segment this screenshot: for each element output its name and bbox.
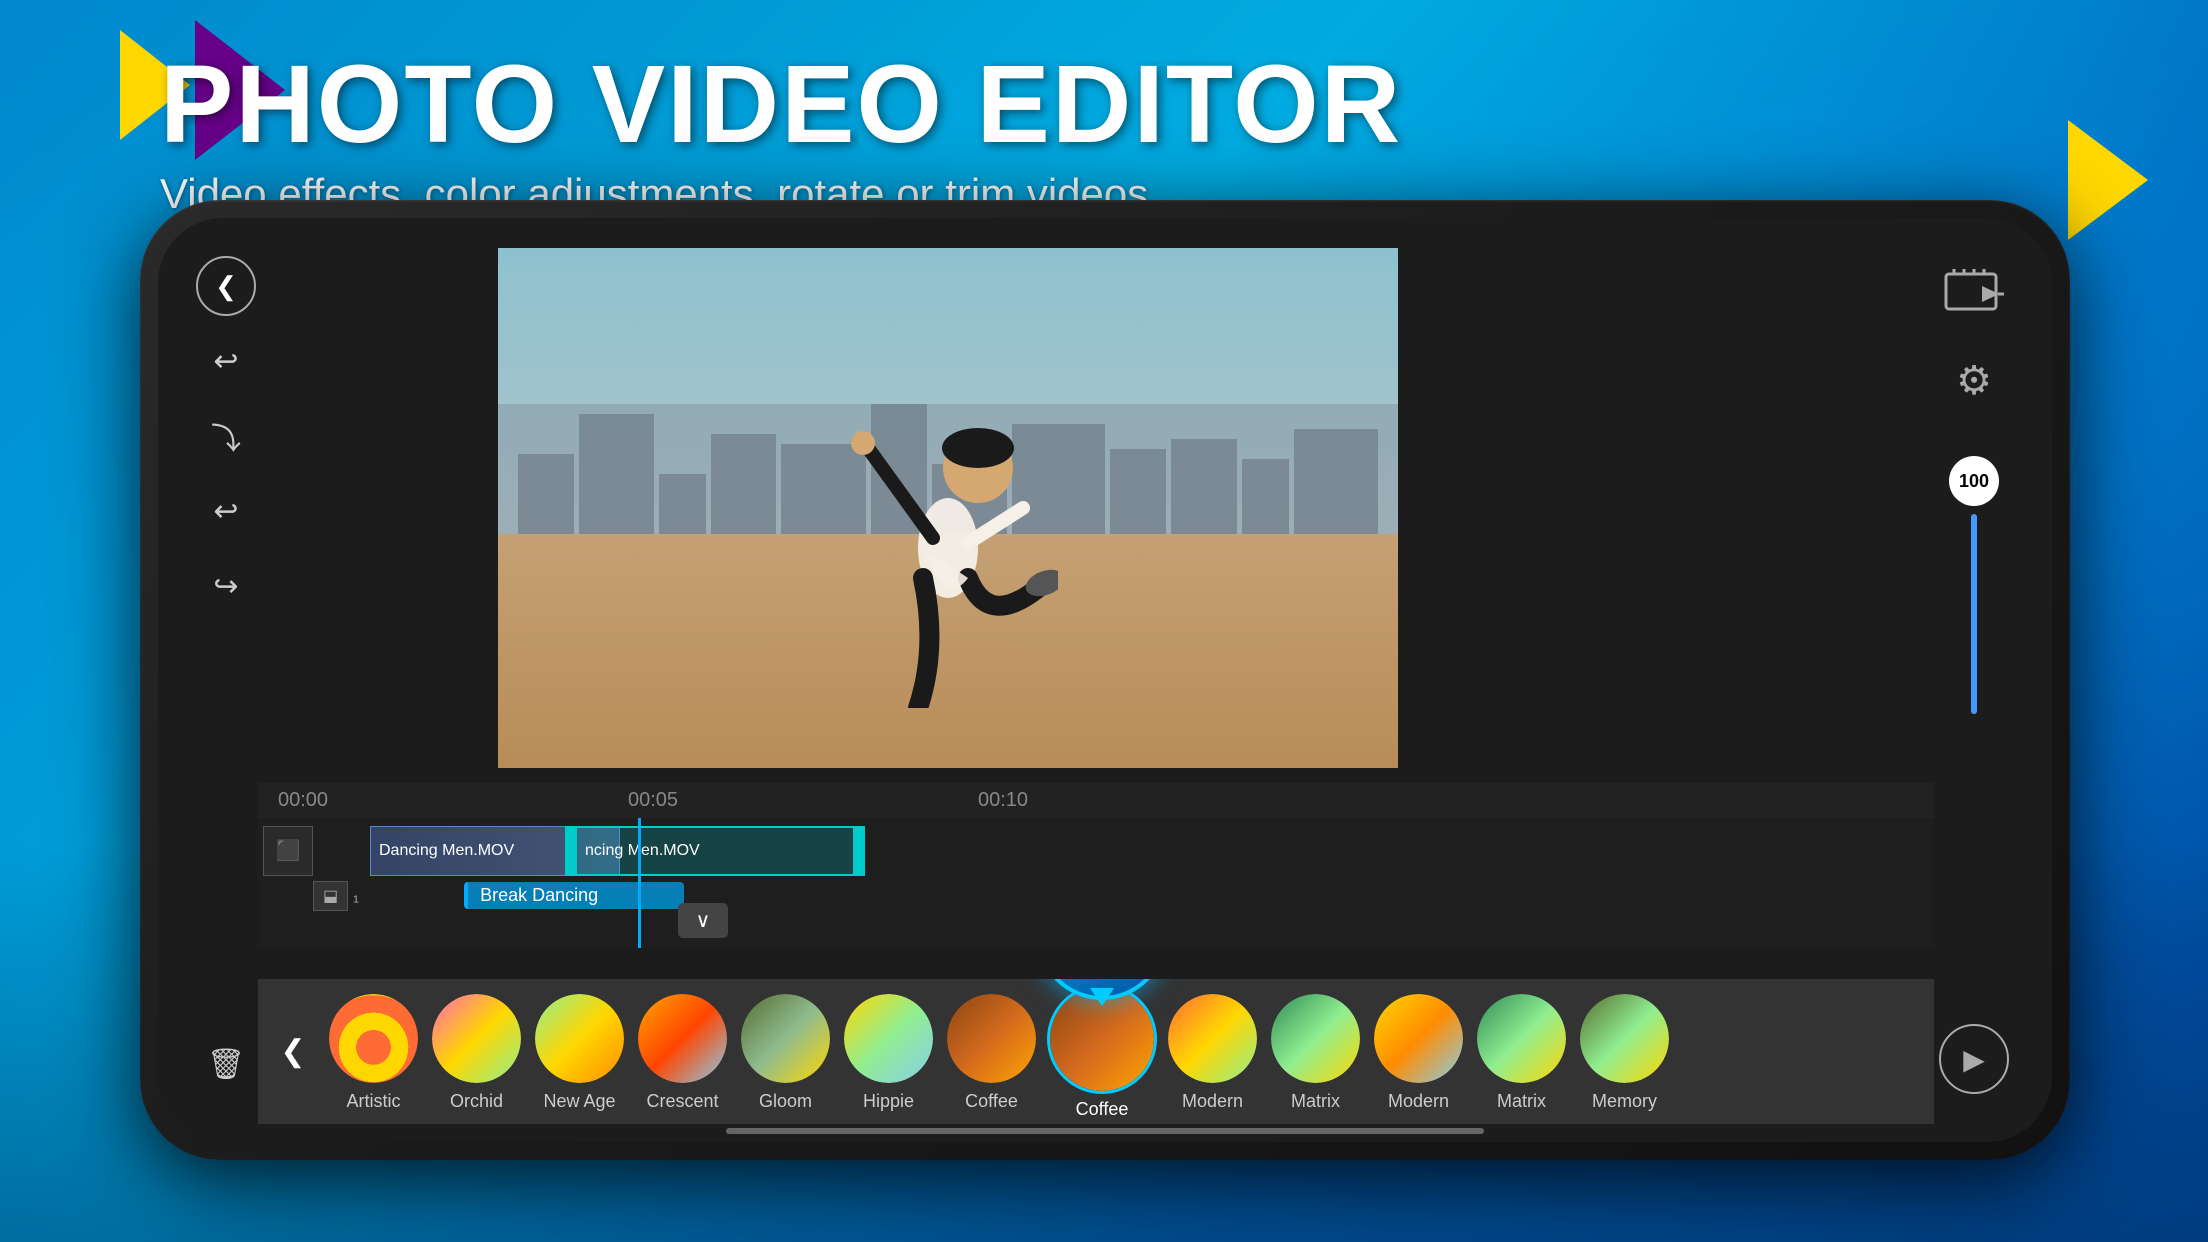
filter-thumb-crescent [635,991,730,1086]
timeline-ruler: 00:00 00:05 00:10 [258,783,1934,818]
filter-item-matrix2[interactable]: Matrix [1474,991,1569,1112]
video-frame [498,248,1398,768]
reply-button[interactable]: ↩ [196,481,256,541]
timeline-area: 00:00 00:05 00:10 ⬛ Dancing Men.MOV [258,783,1934,948]
filter-thumb-memory [1577,991,1672,1086]
filter-item-matrix[interactable]: Matrix [1268,991,1363,1112]
gear-icon: ⚙ [1956,358,1992,404]
filter-label-orchid: Orchid [450,1091,503,1112]
filter-item-memory[interactable]: Memory [1577,991,1672,1112]
clip-1-label: Dancing Men.MOV [379,842,514,860]
volume-track[interactable] [1971,514,1977,714]
filter-thumb-orchid [429,991,524,1086]
play-icon: ▶ [1963,1043,1985,1076]
filter-label-artistic: Artistic [347,1091,401,1112]
filter-item-crescent[interactable]: Crescent [635,991,730,1112]
layer-track: ⬓ ₁ Break Dancing [313,878,684,913]
filter-label-crescent: Crescent [646,1091,718,1112]
triangle-yellow-right-icon [2068,120,2148,240]
filter-label-memory: Memory [1592,1091,1657,1112]
timeline-playhead [638,818,641,948]
filter-label-new-age: New Age [543,1091,615,1112]
import-button[interactable]: ⤵ [196,406,256,466]
filter-item-new-age[interactable]: New Age [532,991,627,1112]
filter-item-hippie[interactable]: Hippie [841,991,936,1112]
filter-label-modern: Modern [1182,1091,1243,1112]
undo-button[interactable]: ↩ [196,331,256,391]
filter-label-matrix2: Matrix [1497,1091,1546,1112]
filter-thumb-matrix [1268,991,1363,1086]
clip-end-handle [855,826,865,876]
filter-label-coffee-selected: Coffee [1076,1099,1129,1120]
clip-type-icon: ⬛ [263,826,313,876]
filter-thumb-modern [1165,991,1260,1086]
back-button[interactable]: ❮ [196,256,256,316]
undo-icon: ↩ [213,344,238,379]
chevron-down-icon: ∨ [696,908,711,933]
time-mark-10: 00:10 [978,789,1028,812]
filter-thumb-matrix2 [1474,991,1569,1086]
filter-label-coffee: Coffee [965,1091,1018,1112]
filter-label-hippie: Hippie [863,1091,914,1112]
horizontal-scrollbar[interactable] [726,1128,1484,1134]
layers-icon: ⬓ [313,881,348,911]
filter-item-coffee[interactable]: Coffee [944,991,1039,1112]
filter-label-matrix: Matrix [1291,1091,1340,1112]
phone-screen: ❮ ↩ ⤵ ↩ ↪ 🗑 [158,218,2052,1142]
balloon-pointer [1090,988,1114,1006]
settings-button[interactable]: ⚙ [1939,346,2009,416]
title-area: PHOTO VIDEO EDITOR Video effects, color … [160,50,1402,218]
filter-label-modern2: Modern [1388,1091,1449,1112]
filter-thumb-gloom [738,991,833,1086]
filter-thumb-artistic [326,991,421,1086]
filter-thumb-coffee [944,991,1039,1086]
app-title: PHOTO VIDEO EDITOR [160,50,1402,160]
dancer-figure [838,348,1058,708]
delete-button[interactable]: 🗑 [196,1034,256,1094]
volume-fill [1971,514,1977,714]
timeline-expand-button[interactable]: ∨ [678,903,728,938]
redo-button[interactable]: ↪ [196,556,256,616]
export-button[interactable] [1939,256,2009,326]
filter-item-gloom[interactable]: Gloom [738,991,833,1112]
layer-count: ₁ [353,885,359,906]
export-icon [1944,266,2004,316]
filter-item-artistic[interactable]: Artistic [326,991,421,1112]
filter-thumb-hippie [841,991,936,1086]
filter-label-gloom: Gloom [759,1091,812,1112]
timeline-tracks: ⬛ Dancing Men.MOV ncing Men.MOV ⬓ [258,818,1934,948]
break-dance-label: Break Dancing [464,882,684,909]
filter-item-modern[interactable]: Modern [1165,991,1260,1112]
filter-item-orchid[interactable]: Orchid [429,991,524,1112]
filter-prev-button[interactable]: ❮ [268,1027,318,1077]
filter-strip: ❮ Artistic Orchid New Age [258,979,1934,1124]
import-icon: ⤵ [211,414,241,458]
phone-device: ❮ ↩ ⤵ ↩ ↪ 🗑 [140,200,2070,1160]
reply-icon: ↩ [213,494,238,529]
filter-item-modern2[interactable]: Modern [1371,991,1466,1112]
play-button[interactable]: ▶ [1939,1024,2009,1094]
time-mark-5: 00:05 [628,789,678,812]
filter-thumb-new-age [532,991,627,1086]
video-track: ⬛ Dancing Men.MOV ncing Men.MOV [258,823,1934,878]
filter-item-coffee-selected[interactable]: Coffee Coffee [1047,984,1157,1120]
video-clip-2[interactable]: ncing Men.MOV [575,826,855,876]
volume-value: 100 [1949,456,1999,506]
video-preview [498,248,1398,768]
clip-divider [565,826,575,876]
redo-icon: ↪ [213,569,238,604]
trash-icon: 🗑 [207,1047,245,1082]
time-mark-0: 00:00 [278,789,328,812]
chevron-left-icon: ❮ [280,1034,305,1069]
back-icon: ❮ [215,271,237,302]
volume-slider[interactable]: 100 [1949,456,1999,714]
filter-thumb-modern2 [1371,991,1466,1086]
clip-2-label: ncing Men.MOV [585,842,700,860]
